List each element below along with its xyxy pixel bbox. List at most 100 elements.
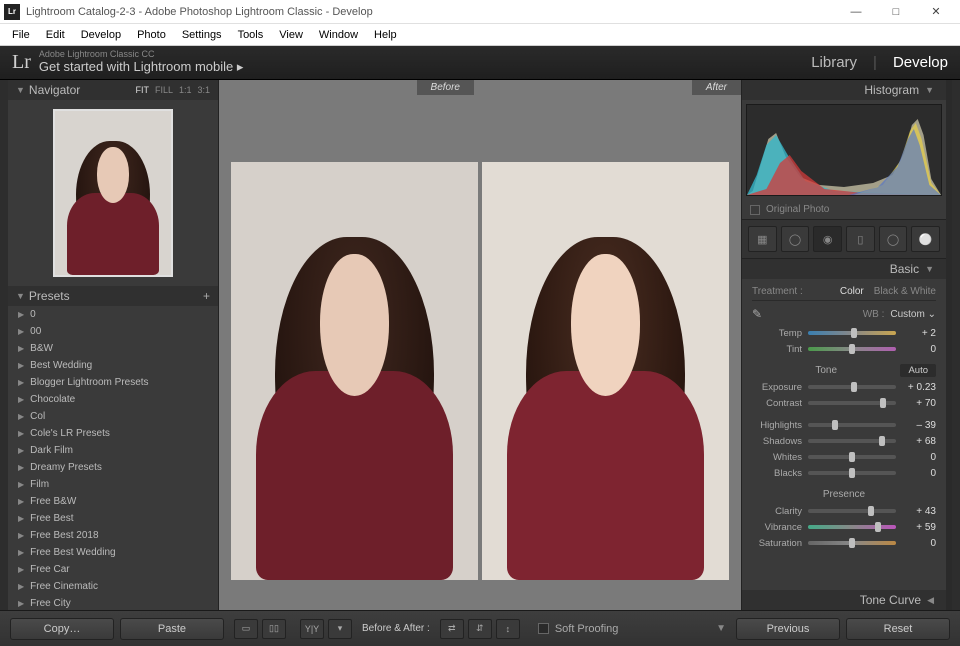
slider-thumb[interactable]	[832, 420, 838, 430]
preset-folder[interactable]: ▶B&W	[8, 340, 218, 357]
slider-value[interactable]: 0	[902, 344, 936, 355]
soft-proofing-toggle[interactable]: Soft Proofing	[538, 623, 619, 635]
basic-header[interactable]: Basic ▼	[742, 259, 946, 279]
original-photo-toggle[interactable]: Original Photo	[742, 200, 946, 219]
preset-folder[interactable]: ▶Free Car	[8, 561, 218, 578]
mobile-link[interactable]: Get started with Lightroom mobile ▸	[39, 60, 811, 74]
slider-value[interactable]: – 39	[902, 420, 936, 431]
preset-folder[interactable]: ▶Free Best 2018	[8, 527, 218, 544]
eyedropper-icon[interactable]: ✎	[752, 307, 770, 321]
slider-blacks[interactable]: Blacks0	[752, 465, 936, 481]
menu-file[interactable]: File	[4, 29, 38, 41]
gradient-tool[interactable]: ▯	[846, 226, 875, 252]
slider-value[interactable]: + 70	[902, 398, 936, 409]
slider-thumb[interactable]	[851, 328, 857, 338]
slider-track[interactable]	[808, 541, 896, 545]
compare-view-button[interactable]: ▯▯	[262, 619, 286, 639]
slider-temp[interactable]: Temp+ 2	[752, 325, 936, 341]
slider-thumb[interactable]	[849, 344, 855, 354]
histogram-header[interactable]: Histogram ▼	[742, 80, 946, 100]
right-scrollbar[interactable]	[946, 80, 952, 610]
preset-folder[interactable]: ▶0	[8, 306, 218, 323]
copy-button[interactable]: Copy…	[10, 618, 114, 640]
after-image[interactable]	[482, 162, 729, 580]
nav-zoom-fill[interactable]: FILL	[155, 85, 173, 95]
copy-before-button[interactable]: ⇵	[468, 619, 492, 639]
preset-folder[interactable]: ▶Dreamy Presets	[8, 459, 218, 476]
preset-folder[interactable]: ▶Col	[8, 408, 218, 425]
minimize-button[interactable]: —	[836, 2, 876, 22]
histogram[interactable]	[746, 104, 942, 196]
presets-header[interactable]: ▼ Presets +	[8, 286, 218, 306]
slider-value[interactable]: + 43	[902, 506, 936, 517]
preset-folder[interactable]: ▶Free Best Wedding	[8, 544, 218, 561]
menu-window[interactable]: Window	[311, 29, 366, 41]
slider-track[interactable]	[808, 471, 896, 475]
slider-track[interactable]	[808, 401, 896, 405]
treatment-color[interactable]: Color	[840, 286, 864, 297]
slider-thumb[interactable]	[868, 506, 874, 516]
menu-develop[interactable]: Develop	[73, 29, 129, 41]
slider-value[interactable]: 0	[902, 452, 936, 463]
slider-track[interactable]	[808, 423, 896, 427]
spot-tool[interactable]: ◯	[781, 226, 810, 252]
preset-folder[interactable]: ▶Dark Film	[8, 442, 218, 459]
radial-tool[interactable]: ◯	[879, 226, 908, 252]
previous-button[interactable]: Previous	[736, 618, 840, 640]
ba-view-button[interactable]: Y|Y	[300, 619, 324, 639]
add-preset-icon[interactable]: +	[203, 289, 210, 303]
menu-edit[interactable]: Edit	[38, 29, 73, 41]
slider-vibrance[interactable]: Vibrance+ 59	[752, 519, 936, 535]
preset-folder[interactable]: ▶Blogger Lightroom Presets	[8, 374, 218, 391]
slider-thumb[interactable]	[849, 538, 855, 548]
slider-value[interactable]: 0	[902, 538, 936, 549]
slider-value[interactable]: + 0.23	[902, 382, 936, 393]
crop-tool[interactable]: ▦	[748, 226, 777, 252]
menu-view[interactable]: View	[271, 29, 311, 41]
slider-track[interactable]	[808, 509, 896, 513]
slider-value[interactable]: 0	[902, 468, 936, 479]
toolbar-options-icon[interactable]: ▼	[716, 623, 726, 634]
preset-folder[interactable]: ▶Free Cinematic	[8, 578, 218, 595]
slider-thumb[interactable]	[880, 398, 886, 408]
slider-shadows[interactable]: Shadows+ 68	[752, 433, 936, 449]
brush-tool[interactable]: ⚪	[911, 226, 940, 252]
slider-tint[interactable]: Tint0	[752, 341, 936, 357]
slider-exposure[interactable]: Exposure+ 0.23	[752, 379, 936, 395]
navigator-preview[interactable]	[8, 100, 218, 286]
nav-zoom-3-1[interactable]: 3:1	[197, 85, 210, 95]
close-button[interactable]: ✕	[916, 2, 956, 22]
preset-folder[interactable]: ▶Cole's LR Presets	[8, 425, 218, 442]
menu-tools[interactable]: Tools	[230, 29, 272, 41]
slider-value[interactable]: + 59	[902, 522, 936, 533]
slider-track[interactable]	[808, 331, 896, 335]
redeye-tool[interactable]: ◉	[813, 226, 842, 252]
swap-button[interactable]: ⇄	[440, 619, 464, 639]
auto-tone-button[interactable]: Auto	[900, 364, 936, 377]
menu-help[interactable]: Help	[366, 29, 405, 41]
slider-thumb[interactable]	[875, 522, 881, 532]
navigator-header[interactable]: ▼ Navigator FITFILL1:13:1	[8, 80, 218, 100]
slider-thumb[interactable]	[849, 452, 855, 462]
before-image[interactable]	[231, 162, 478, 580]
ba-view-dropdown[interactable]: ▾	[328, 619, 352, 639]
copy-after-button[interactable]: ↕	[496, 619, 520, 639]
wb-dropdown[interactable]: Custom ⌄	[890, 309, 936, 320]
preset-folder[interactable]: ▶Chocolate	[8, 391, 218, 408]
treatment-bw[interactable]: Black & White	[874, 286, 936, 297]
nav-zoom-fit[interactable]: FIT	[135, 85, 149, 95]
slider-thumb[interactable]	[879, 436, 885, 446]
slider-value[interactable]: + 2	[902, 328, 936, 339]
slider-thumb[interactable]	[849, 468, 855, 478]
tone-curve-header[interactable]: Tone Curve ◀	[742, 590, 946, 610]
slider-saturation[interactable]: Saturation0	[752, 535, 936, 551]
slider-highlights[interactable]: Highlights– 39	[752, 417, 936, 433]
slider-track[interactable]	[808, 525, 896, 529]
module-library[interactable]: Library	[811, 54, 857, 71]
slider-track[interactable]	[808, 385, 896, 389]
module-develop[interactable]: Develop	[893, 54, 948, 71]
preset-folder[interactable]: ▶00	[8, 323, 218, 340]
nav-zoom-1-1[interactable]: 1:1	[179, 85, 192, 95]
slider-track[interactable]	[808, 347, 896, 351]
slider-clarity[interactable]: Clarity+ 43	[752, 503, 936, 519]
